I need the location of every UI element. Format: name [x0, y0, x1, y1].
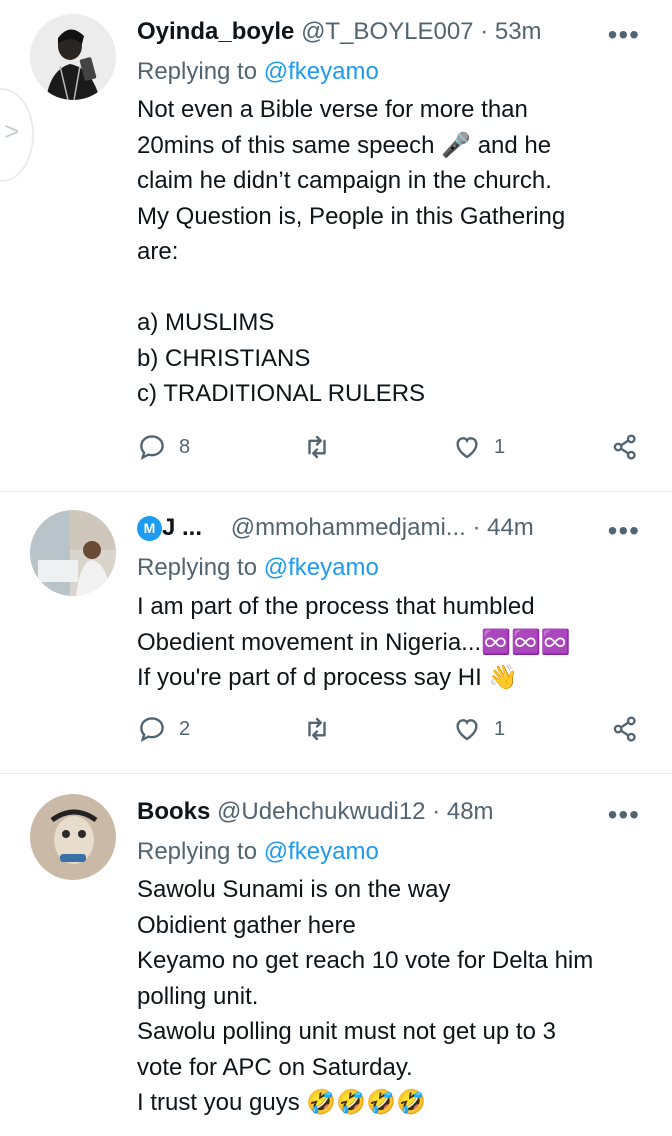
tweet-2[interactable]: MJ ... @mmohammedjami... · 44m ••• Reply…: [0, 492, 672, 774]
timestamp[interactable]: · 48m: [432, 798, 493, 825]
mention-link[interactable]: @fkeyamo: [264, 554, 379, 581]
replying-to: Replying to @fkeyamo: [137, 554, 379, 582]
heart-icon: [456, 719, 478, 741]
like-count: 1: [494, 717, 506, 740]
tweet-header: MJ ... @mmohammedjami... · 44m: [137, 514, 632, 542]
replying-to: Replying to @fkeyamo: [137, 58, 379, 86]
handle[interactable]: @mmohammedjami...: [231, 514, 466, 541]
tweet-text: Not even a Bible verse for more than 20m…: [137, 96, 566, 407]
more-icon[interactable]: •••: [608, 801, 640, 829]
replying-prefix: Replying to: [137, 554, 258, 581]
tweet-header: Books @Udehchukwudi12 · 48m: [137, 798, 632, 826]
avatar[interactable]: [30, 510, 116, 596]
like-button[interactable]: 1: [452, 714, 505, 744]
heart-icon: [456, 437, 478, 459]
like-button[interactable]: 1: [452, 432, 505, 462]
avatar[interactable]: [30, 794, 116, 880]
tweet-3[interactable]: Books @Udehchukwudi12 · 48m ••• Replying…: [0, 774, 672, 1136]
retweet-button[interactable]: [302, 432, 332, 462]
reply-count: 8: [179, 435, 191, 458]
display-name[interactable]: Books: [137, 798, 210, 825]
timestamp[interactable]: · 44m: [472, 514, 533, 541]
reply-button[interactable]: 8: [137, 432, 190, 462]
mention-link[interactable]: @fkeyamo: [264, 58, 379, 85]
avatar[interactable]: [30, 14, 116, 100]
tweet-1[interactable]: Oyinda_boyle @T_BOYLE007 · 53m ••• Reply…: [0, 0, 672, 492]
tweet-text: Sawolu Sunami is on the way Obidient gat…: [137, 876, 594, 1116]
action-bar: 2 1: [137, 714, 642, 754]
handle[interactable]: @T_BOYLE007: [301, 18, 473, 45]
mention-link[interactable]: @fkeyamo: [264, 838, 379, 865]
retweet-button[interactable]: [302, 714, 332, 744]
replying-to: Replying to @fkeyamo: [137, 838, 379, 866]
reply-button[interactable]: 2: [137, 714, 190, 744]
display-name[interactable]: Oyinda_boyle: [137, 18, 294, 45]
reply-icon: [140, 717, 164, 742]
share-icon: [613, 434, 636, 460]
handle[interactable]: @Udehchukwudi12: [217, 798, 426, 825]
reply-count: 2: [179, 717, 191, 740]
display-name[interactable]: J ...: [162, 514, 202, 541]
share-button[interactable]: [610, 432, 640, 462]
share-icon: [613, 716, 636, 742]
more-icon[interactable]: •••: [608, 517, 640, 545]
retweet-icon: [308, 717, 326, 741]
tweet-header: Oyinda_boyle @T_BOYLE007 · 53m: [137, 18, 632, 46]
more-icon[interactable]: •••: [608, 21, 640, 49]
action-bar: 8 1: [137, 432, 642, 472]
timestamp[interactable]: · 53m: [480, 18, 541, 45]
like-count: 1: [494, 435, 506, 458]
name-badge: M: [137, 515, 162, 541]
retweet-icon: [308, 435, 326, 459]
share-button[interactable]: [610, 714, 640, 744]
tweet-text: I am part of the process that humbled Ob…: [137, 593, 571, 691]
replying-prefix: Replying to: [137, 838, 258, 865]
reply-icon: [140, 435, 164, 460]
replying-prefix: Replying to: [137, 58, 258, 85]
